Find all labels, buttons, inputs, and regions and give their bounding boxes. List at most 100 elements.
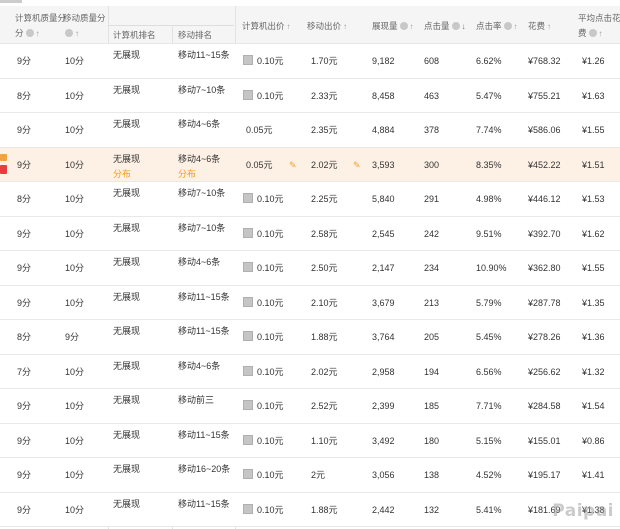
- cell-impressions: 2,958: [372, 366, 395, 377]
- cell-mobile-rank: 移动11~15条: [178, 291, 230, 302]
- table-row[interactable]: 9分 10分 无展现 移动4~6条 0.05元 2.35元 4,884 378 7.74% ¥58…: [0, 113, 620, 148]
- sort-arrow-icon[interactable]: ↑: [514, 21, 518, 33]
- cell-pc-bid: 0.10元: [257, 56, 284, 66]
- table-row[interactable]: 9分 10分 无展现 移动7~10条 0.10元 2.58元 2,545 242 9.51% ¥3…: [0, 216, 620, 251]
- cell-impressions: 3,492: [372, 435, 395, 446]
- sort-arrow-icon[interactable]: ↑: [36, 28, 40, 40]
- sort-arrow-icon[interactable]: ↑: [287, 21, 291, 33]
- cell-mobile-quality: 10分: [65, 90, 85, 101]
- question-circle-icon[interactable]: [399, 22, 408, 30]
- header-avg-cpc-line2: 费 ↑: [578, 27, 603, 40]
- table-row[interactable]: 9分 10分 无展现 移动11~15条 0.10元 1.10元 3,492 180 5.15% ¥…: [0, 423, 620, 458]
- checkbox-icon[interactable]: [243, 365, 253, 376]
- table-row[interactable]: 9分 10分 无展现 移动11~15条 0.10元 1.88元 2,442 132 5.41% ¥…: [0, 492, 620, 527]
- cell-mobile-rank: 移动11~15条: [178, 429, 230, 440]
- question-circle-icon[interactable]: [503, 22, 512, 30]
- question-circle-icon[interactable]: [65, 29, 73, 37]
- cell-pc-bid: 0.05元: [246, 159, 273, 170]
- cell-mobile-rank: 移动11~15条: [178, 326, 230, 336]
- table-row[interactable]: 9分 10分 无展现 移动11~15条 0.10元 2.10元 3,679 213 5.79% ¥…: [0, 285, 620, 320]
- cell-ctr: 6.62%: [476, 56, 502, 66]
- cell-pc-quality: 9分: [17, 504, 32, 515]
- table-row[interactable]: 8分 10分 无展现 移动7~10条 0.10元 2.25元 5,840 291 4.98% ¥4…: [0, 182, 620, 217]
- cell-pc-quality: 7分: [17, 366, 32, 377]
- cell-impressions: 9,182: [372, 56, 395, 66]
- header-pc-quality-controls: 分 ↑: [15, 27, 40, 40]
- cell-avg-cpc: ¥1.54: [582, 401, 605, 411]
- cell-cost: ¥586.06: [528, 125, 561, 135]
- cell-ctr: 4.52%: [476, 470, 502, 480]
- checkbox-icon[interactable]: [243, 503, 253, 514]
- cell-clicks: 463: [424, 90, 440, 101]
- header-pc-bid: 计算机出价 ↑: [242, 20, 291, 33]
- checkbox-icon[interactable]: [243, 331, 253, 341]
- checkbox-icon[interactable]: [243, 296, 253, 307]
- cell-pc-quality: 9分: [17, 56, 32, 66]
- sort-arrow-icon[interactable]: ↑: [343, 21, 347, 33]
- cell-mobile-rank: 移动4~6条: [178, 257, 221, 267]
- sort-arrow-icon[interactable]: ↑: [410, 21, 414, 33]
- cell-pc-quality: 8分: [17, 90, 32, 101]
- table-row[interactable]: 8分 10分 无展现 移动7~10条 0.10元 2.33元 8,458 463 5.47% ¥7…: [0, 78, 620, 113]
- table-row[interactable]: 9分 10分 无展现 分布 移动4~6条 分布 0.05元 ✎ 2.02元 ✎ 3,593 300 8.…: [0, 147, 620, 182]
- cell-avg-cpc: ¥1.62: [582, 228, 605, 239]
- cell-mobile-bid: 2.10元: [311, 297, 338, 308]
- cell-mobile-rank: 移动16~20条: [178, 464, 231, 474]
- cell-clicks: 608: [424, 56, 440, 66]
- watermark-logo: Paipai: [552, 501, 614, 521]
- question-circle-icon[interactable]: [588, 29, 597, 37]
- table-row[interactable]: 7分 10分 无展现 移动4~6条 0.10元 2.02元 2,958 194 6.56% ¥25…: [0, 354, 620, 389]
- cell-ctr: 5.15%: [476, 435, 502, 446]
- cell-cost: ¥278.26: [528, 332, 561, 342]
- cell-mobile-bid: 2.52元: [311, 401, 338, 411]
- question-circle-icon[interactable]: [451, 22, 460, 30]
- cell-pc-rank: 无展现: [113, 395, 141, 405]
- table-row[interactable]: 9分 10分 无展现 移动11~15条 0.10元 1.70元 9,182 608 6.62% ¥…: [0, 44, 620, 79]
- sort-desc-active-icon[interactable]: ↓: [462, 21, 466, 33]
- checkbox-icon[interactable]: [243, 227, 253, 238]
- cell-pc-bid: 0.10元: [257, 504, 284, 515]
- mobile-rank-distribution-link[interactable]: 分布: [178, 167, 196, 180]
- sort-arrow-icon[interactable]: ↑: [547, 21, 551, 33]
- cell-impressions: 3,764: [372, 332, 395, 342]
- checkbox-icon[interactable]: [243, 434, 253, 445]
- cell-ctr: 5.79%: [476, 297, 502, 308]
- pencil-icon[interactable]: ✎: [353, 160, 361, 171]
- cell-cost: ¥195.17: [528, 470, 561, 480]
- checkbox-icon[interactable]: [243, 193, 253, 203]
- pencil-icon[interactable]: ✎: [289, 160, 297, 171]
- cell-mobile-rank: 移动4~6条: [178, 360, 221, 371]
- table-row[interactable]: 9分 10分 无展现 移动4~6条 0.10元 2.50元 2,147 234 10.90% ¥3…: [0, 251, 620, 286]
- table-row[interactable]: 9分 10分 无展现 移动16~20条 0.10元 2元 3,056 138 4.52% ¥195…: [0, 458, 620, 493]
- cell-clicks: 213: [424, 297, 440, 308]
- cell-avg-cpc: ¥1.55: [582, 263, 605, 273]
- cell-ctr: 5.47%: [476, 90, 502, 101]
- cell-mobile-bid: 1.88元: [311, 332, 338, 342]
- pc-rank-distribution-link[interactable]: 分布: [113, 167, 131, 180]
- cell-mobile-quality: 10分: [65, 401, 85, 411]
- cell-avg-cpc: ¥0.86: [582, 435, 605, 446]
- sort-arrow-icon[interactable]: ↑: [75, 28, 79, 40]
- cell-mobile-rank: 移动4~6条: [178, 153, 221, 164]
- cell-mobile-rank: 移动7~10条: [178, 188, 226, 198]
- checkbox-icon[interactable]: [243, 400, 253, 410]
- cell-cost: ¥452.22: [528, 159, 561, 170]
- question-circle-icon[interactable]: [25, 29, 34, 37]
- checkbox-icon[interactable]: [243, 89, 253, 100]
- checkbox-icon[interactable]: [243, 262, 253, 272]
- cell-avg-cpc: ¥1.53: [582, 194, 605, 204]
- checkbox-icon[interactable]: [243, 55, 253, 65]
- cell-pc-rank: 无展现: [113, 222, 141, 233]
- cell-mobile-rank: 移动前三: [178, 395, 215, 405]
- cell-ctr: 4.98%: [476, 194, 502, 204]
- table-row[interactable]: 9分 10分 无展现 移动前三 0.10元 2.52元 2,399 185 7.71% ¥284.…: [0, 389, 620, 424]
- cell-pc-quality: 9分: [17, 297, 32, 308]
- cell-mobile-bid: 2.33元: [311, 90, 338, 101]
- cell-cost: ¥755.21: [528, 90, 561, 101]
- cell-mobile-quality: 10分: [65, 297, 85, 308]
- checkbox-icon[interactable]: [243, 469, 253, 479]
- sort-arrow-icon[interactable]: ↑: [599, 28, 603, 40]
- cell-mobile-rank: 移动11~15条: [178, 50, 230, 60]
- header-subdivider: [108, 25, 234, 26]
- table-row[interactable]: 8分 9分 无展现 移动11~15条 0.10元 1.88元 3,764 205 5.45% ¥2…: [0, 320, 620, 355]
